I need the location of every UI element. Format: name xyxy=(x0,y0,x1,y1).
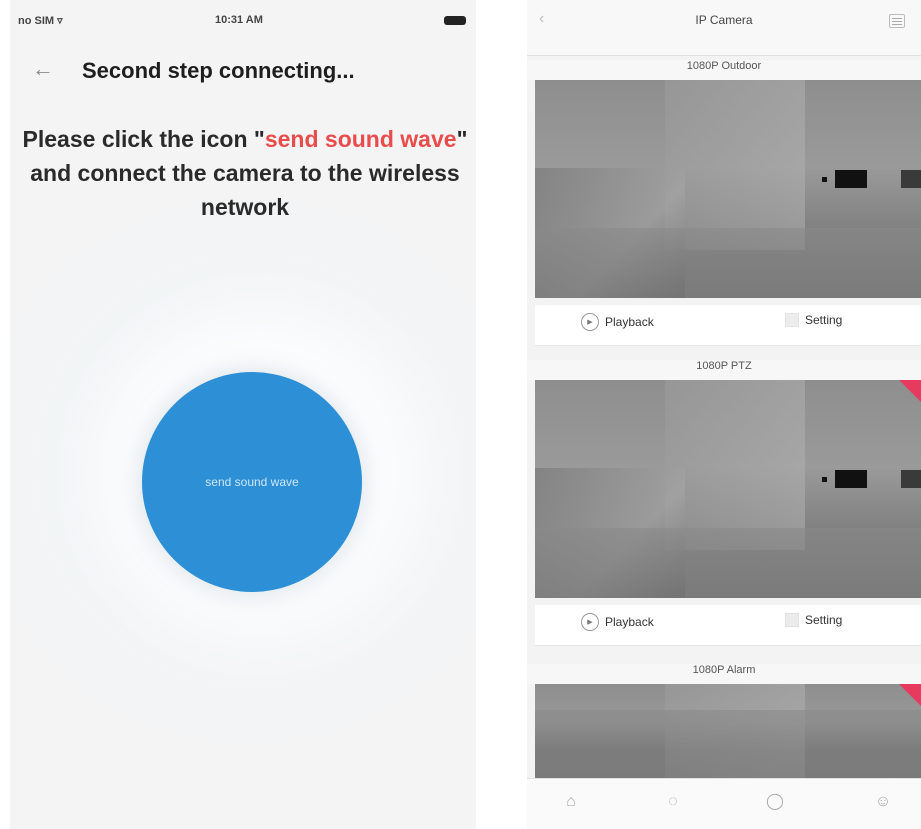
instruction-part1: Please click the icon " xyxy=(22,126,265,152)
home-icon[interactable]: ⌂ xyxy=(561,792,581,812)
screen-header: ← Second step connecting... xyxy=(10,52,476,88)
page-title: Second step connecting... xyxy=(82,58,355,83)
playback-label: Playback xyxy=(605,615,654,629)
menu-icon[interactable] xyxy=(889,14,905,28)
playback-label: Playback xyxy=(605,315,654,329)
camera-actions: ▶ Playback Setting xyxy=(535,305,921,346)
feed-image xyxy=(835,170,867,188)
app-title: IP Camera xyxy=(695,13,753,27)
profile-icon[interactable]: ☺ xyxy=(873,792,893,812)
message-icon[interactable]: ◯ xyxy=(765,792,785,812)
camera-feed-ptz[interactable] xyxy=(535,380,921,598)
status-badge xyxy=(899,684,921,706)
bottom-tab-bar: ⌂ ◌ ◯ ☺ xyxy=(527,778,921,829)
feed-image xyxy=(535,710,921,780)
feed-image xyxy=(822,477,827,482)
battery-icon xyxy=(444,16,466,25)
camera-feed-alarm[interactable] xyxy=(535,684,921,780)
wifi-icon: ▿ xyxy=(57,15,63,27)
status-time: 10:31 AM xyxy=(215,14,263,26)
status-badge xyxy=(899,380,921,402)
feed-image xyxy=(822,177,827,182)
feed-image xyxy=(665,380,805,550)
feed-image xyxy=(665,80,805,250)
carrier-label: no SIM xyxy=(18,15,55,27)
playback-button[interactable]: ▶ Playback xyxy=(581,613,654,631)
instruction-highlight: send sound wave xyxy=(264,126,457,152)
carrier-status: no SIM ▿ xyxy=(18,14,63,27)
arrow-left-icon[interactable]: ← xyxy=(32,56,54,82)
sound-wave-screen: no SIM ▿ 10:31 AM ← Second step connecti… xyxy=(10,0,476,829)
instruction-text: Please click the icon "send sound wave" … xyxy=(22,122,468,224)
feed-image xyxy=(901,170,921,188)
camera-name: 1080P Alarm xyxy=(527,664,921,684)
camera-feed-outdoor[interactable] xyxy=(535,80,921,298)
camera-name: 1080P Outdoor xyxy=(527,60,921,80)
play-icon: ▶ xyxy=(581,313,599,331)
setting-button[interactable]: Setting xyxy=(785,313,842,327)
feed-image xyxy=(835,470,867,488)
play-icon: ▶ xyxy=(581,613,599,631)
feed-image xyxy=(535,228,921,298)
setting-icon xyxy=(785,313,799,327)
status-bar: no SIM ▿ 10:31 AM xyxy=(10,12,476,32)
setting-label: Setting xyxy=(805,313,843,327)
playback-button[interactable]: ▶ Playback xyxy=(581,313,654,331)
send-sound-wave-button[interactable]: send sound wave xyxy=(142,372,362,592)
setting-icon xyxy=(785,613,799,627)
bulb-icon[interactable]: ◌ xyxy=(663,792,683,812)
feed-image xyxy=(535,528,921,598)
feed-image xyxy=(901,470,921,488)
camera-list-screen: ‹ IP Camera 1080P Outdoor ▶ Playback Set… xyxy=(527,0,921,829)
setting-button[interactable]: Setting xyxy=(785,613,842,627)
camera-actions: ▶ Playback Setting xyxy=(535,605,921,646)
camera-name: 1080P PTZ xyxy=(527,360,921,380)
app-header: ‹ IP Camera xyxy=(527,0,921,56)
setting-label: Setting xyxy=(805,613,843,627)
